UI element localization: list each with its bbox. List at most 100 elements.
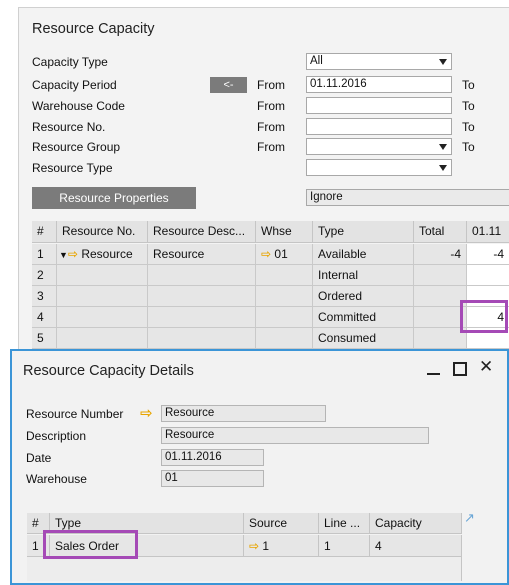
link-arrow-icon[interactable]: ⇨ [249,539,259,553]
date-cell[interactable]: -4 [467,244,509,265]
link-arrow-icon[interactable]: ⇨ [140,404,153,422]
resource-desc-cell: Resource [148,244,256,265]
resource-properties-label: Resource Properties [59,191,169,205]
dropdown-arrow-icon [439,165,447,171]
resource-group-to-label: To [462,140,475,154]
capacity-type-select[interactable]: All [306,53,452,70]
resource-no-from-label: From [257,120,285,134]
grid-header-whse[interactable]: Whse [256,221,313,243]
resource-no-cell [57,307,148,328]
source-value: 1 [262,539,270,553]
dropdown-arrow-icon [439,144,447,150]
resource-capacity-window: Resource Capacity Capacity Type All Capa… [18,7,509,352]
date-cell[interactable] [467,265,509,286]
resource-desc-cell [148,265,256,286]
grid-header-num: # [32,221,57,243]
resource-no-to-label: To [462,120,475,134]
resource-no-cell [57,265,148,286]
resource-no-cell [57,286,148,307]
warehouse-from-label: From [257,99,285,113]
period-from-field[interactable]: 01.11.2016 [306,76,452,93]
date-label: Date [26,451,52,465]
total-cell [414,265,467,286]
table-row[interactable]: 4 Committed 4 [32,307,509,328]
whse-cell: ⇨ 01 [256,244,313,265]
resource-type-select[interactable] [306,159,452,176]
capacity-type-label: Capacity Type [32,55,108,69]
warehouse-label: Warehouse [26,472,87,486]
period-back-button[interactable]: <- [210,77,247,93]
whse-cell [256,328,313,349]
type-cell: Available [313,244,414,265]
whse-cell [256,265,313,286]
resource-properties-button[interactable]: Resource Properties [32,187,196,209]
grid-header-date[interactable]: 01.11 [467,221,509,243]
empty-grid-area [27,557,462,581]
description-label: Description [26,429,87,443]
grid-header-resource-desc[interactable]: Resource Desc... [148,221,256,243]
warehouse-from-field[interactable] [306,97,452,114]
properties-value-field[interactable]: Ignore [306,189,509,206]
grid-header-type[interactable]: Type [313,221,414,243]
whse-value: 01 [274,247,288,261]
resource-desc-cell [148,328,256,349]
resource-number-label: Resource Number [26,407,124,421]
type-cell: Committed [313,307,414,328]
resource-number-field: Resource [161,405,326,422]
grid-header-resource-no[interactable]: Resource No. [57,221,148,243]
details-header-source[interactable]: Source [244,513,319,534]
close-icon[interactable]: ✕ [479,358,493,376]
capacity-cell: 4 [370,535,462,557]
resource-desc-cell [148,307,256,328]
type-cell: Ordered [313,286,414,307]
row-number: 3 [32,286,57,307]
dropdown-arrow-icon [439,59,447,65]
table-row[interactable]: 3 Ordered [32,286,509,307]
warehouse-field: 01 [161,470,264,487]
warehouse-code-label: Warehouse Code [32,99,125,113]
maximize-icon[interactable] [453,362,467,376]
resource-group-from-select[interactable] [306,138,452,155]
grid-header-total[interactable]: Total [414,221,467,243]
link-arrow-icon[interactable]: ⇨ [261,247,271,261]
window-title: Resource Capacity [32,21,155,37]
resource-no-cell [57,328,148,349]
type-cell: Internal [313,265,414,286]
resource-group-label: Resource Group [32,140,121,154]
period-to-label: To [462,78,475,92]
table-row[interactable]: 5 Consumed [32,328,509,349]
row-number: 5 [32,328,57,349]
table-row[interactable]: 1 ▼⇨ Resource Resource ⇨ 01 Available -4… [32,244,509,265]
resource-capacity-details-window: Resource Capacity Details ✕ Resource Num… [10,349,509,585]
whse-cell [256,286,313,307]
details-header-capacity[interactable]: Capacity [370,513,462,534]
row-number: 1 [32,244,57,265]
resource-no-cell[interactable]: ▼⇨ Resource [57,244,148,265]
line-cell: 1 [319,535,370,557]
capacity-period-label: Capacity Period [32,78,117,92]
description-field: Resource [161,427,429,444]
minimize-icon[interactable] [427,373,440,375]
whse-cell [256,307,313,328]
period-from-label: From [257,78,285,92]
total-cell: -4 [414,244,467,265]
table-row[interactable]: 2 Internal [32,265,509,286]
window-title: Resource Capacity Details [23,363,194,379]
sales-order-highlight [43,530,138,559]
expand-grid-icon[interactable]: ↗ [464,511,478,525]
warehouse-to-label: To [462,99,475,113]
resource-type-label: Resource Type [32,161,113,175]
details-header-line[interactable]: Line ... [319,513,370,534]
resource-no-value: Resource [81,247,133,261]
link-arrow-icon[interactable]: ⇨ [68,247,78,261]
source-cell: ⇨ 1 [244,535,319,557]
committed-highlight [460,300,508,333]
resource-desc-cell [148,286,256,307]
resource-no-label: Resource No. [32,120,106,134]
capacity-type-value: All [310,55,323,67]
row-number: 2 [32,265,57,286]
resource-no-from-field[interactable] [306,118,452,135]
row-number: 4 [32,307,57,328]
expand-triangle-icon[interactable]: ▼ [59,250,68,260]
resource-group-from-label: From [257,140,285,154]
